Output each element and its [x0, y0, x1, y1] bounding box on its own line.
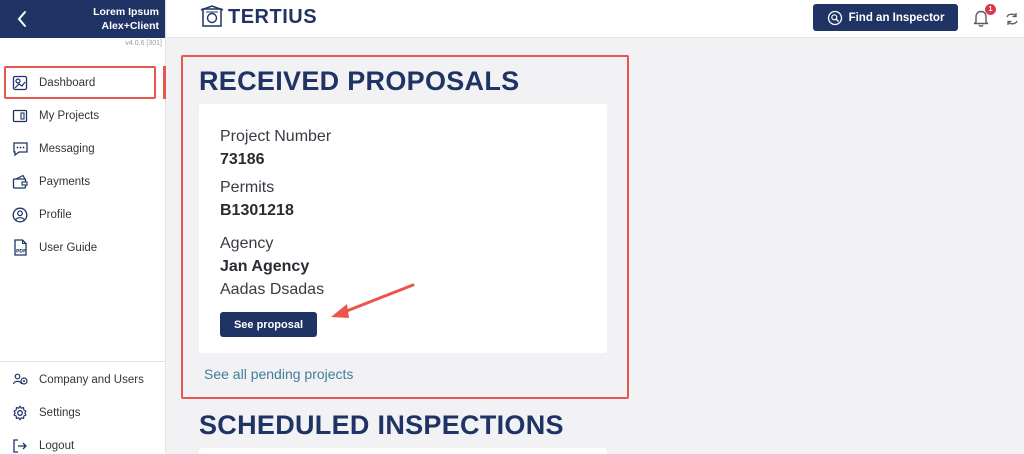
user-role: Alex+Client: [101, 20, 159, 32]
sidebar-item-profile[interactable]: Profile: [0, 198, 166, 231]
sidebar: Lorem Ipsum Alex+Client v4.0.6 [301] Das…: [0, 0, 166, 454]
logout-icon: [11, 437, 29, 454]
notification-badge: 1: [985, 4, 996, 15]
sidebar-header: Lorem Ipsum Alex+Client: [0, 0, 165, 38]
logo-icon: [200, 5, 224, 27]
pointer-arrow: [331, 283, 415, 318]
top-bar: TERTIUS Find an Inspector 1: [167, 0, 1024, 38]
profile-icon: [11, 206, 29, 224]
sidebar-item-messaging[interactable]: Messaging: [0, 132, 166, 165]
users-icon: [11, 371, 29, 389]
sidebar-item-label: Profile: [39, 208, 72, 221]
app-version: v4.0.6 [301]: [125, 40, 162, 47]
chevron-left-icon: [17, 11, 26, 27]
agency-name: Jan Agency: [220, 258, 310, 275]
sidebar-item-settings[interactable]: Settings: [0, 396, 166, 429]
sidebar-item-my-projects[interactable]: My Projects: [0, 99, 166, 132]
find-inspector-button[interactable]: Find an Inspector: [813, 4, 958, 31]
sidebar-item-label: Logout: [39, 439, 75, 452]
project-number-label: Project Number: [220, 128, 332, 145]
messaging-icon: [11, 140, 29, 158]
svg-text:PDF: PDF: [16, 249, 26, 255]
sidebar-item-label: My Projects: [39, 109, 100, 122]
see-all-pending-link[interactable]: See all pending projects: [204, 366, 353, 382]
sidebar-nav: Dashboard My Projects Messaging Payments: [0, 66, 166, 264]
user-name: Lorem Ipsum: [93, 6, 159, 18]
permits-label: Permits: [220, 179, 275, 196]
project-number-value: 73186: [220, 151, 265, 168]
scheduled-card: [199, 448, 607, 454]
sidebar-item-logout[interactable]: Logout: [0, 429, 166, 454]
payments-icon: [11, 173, 29, 191]
search-user-icon: [827, 10, 843, 26]
sidebar-item-user-guide[interactable]: PDF User Guide: [0, 231, 166, 264]
sidebar-item-company-users[interactable]: Company and Users: [0, 363, 166, 396]
projects-icon: [11, 107, 29, 125]
sidebar-item-label: Dashboard: [39, 76, 96, 89]
sidebar-item-label: User Guide: [39, 241, 98, 254]
sidebar-item-label: Company and Users: [39, 373, 144, 386]
dashboard-icon: [11, 74, 29, 92]
user-info: Lorem Ipsum Alex+Client: [93, 5, 159, 33]
scheduled-inspections-title: SCHEDULED INSPECTIONS: [199, 410, 564, 440]
see-proposal-button[interactable]: See proposal: [220, 312, 317, 337]
logo: TERTIUS: [200, 5, 317, 29]
logo-text: TERTIUS: [228, 5, 318, 28]
sidebar-item-dashboard[interactable]: Dashboard: [0, 66, 166, 99]
pdf-icon: PDF: [11, 239, 29, 257]
refresh-button[interactable]: [1004, 11, 1020, 27]
sidebar-item-label: Payments: [39, 175, 91, 188]
permits-value: B1301218: [220, 202, 294, 219]
gear-icon: [11, 404, 29, 422]
sidebar-item-payments[interactable]: Payments: [0, 165, 166, 198]
agency-label: Agency: [220, 235, 274, 252]
sidebar-item-label: Messaging: [39, 142, 95, 155]
agency-contact: Aadas Dsadas: [220, 281, 325, 298]
sidebar-bottom-nav: Company and Users Settings Logout: [0, 361, 166, 454]
back-button[interactable]: [10, 6, 34, 32]
received-proposals-title: RECEIVED PROPOSALS: [199, 66, 520, 96]
find-inspector-label: Find an Inspector: [848, 11, 945, 24]
refresh-icon: [1006, 13, 1018, 25]
active-indicator: [163, 66, 166, 99]
sidebar-item-label: Settings: [39, 406, 81, 419]
